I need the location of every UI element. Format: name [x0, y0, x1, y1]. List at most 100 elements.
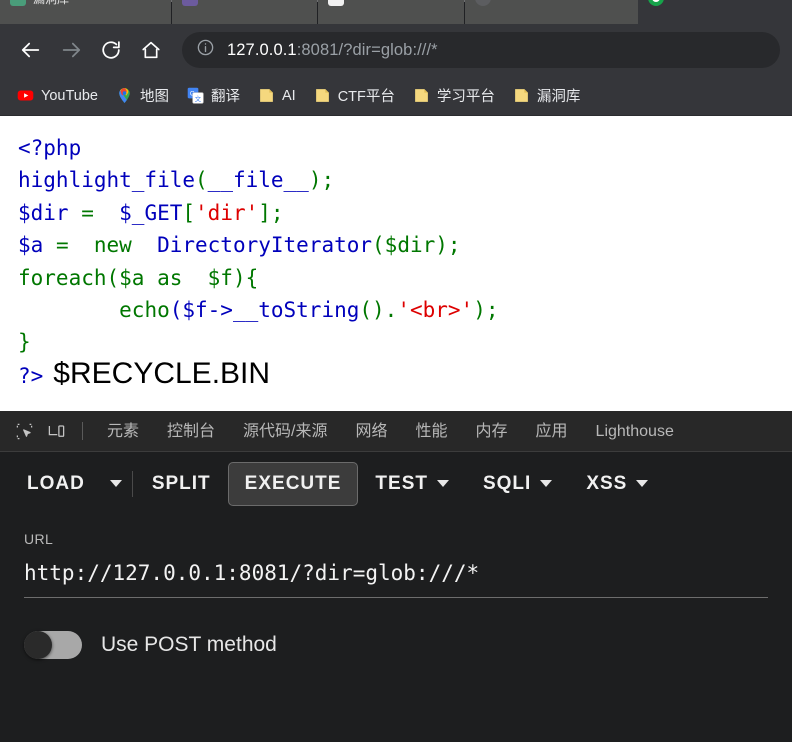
sqli-button-label: SQLI [482, 472, 532, 494]
browser-tab-active[interactable] [638, 0, 792, 24]
bookmark-label: CTF平台 [337, 89, 395, 105]
browser-tab[interactable] [464, 0, 639, 24]
forward-button[interactable] [52, 31, 90, 69]
browser-tab[interactable]: 漏洞库 [0, 0, 172, 24]
code-token: = [68, 200, 107, 225]
code-token: 'dir' [195, 200, 259, 225]
code-token: __file__ [207, 168, 309, 193]
code-token: = [43, 233, 82, 258]
chevron-down-icon [109, 480, 122, 487]
code-token: highlight_file [18, 168, 196, 193]
devtools-tab-memory[interactable]: 内存 [462, 411, 522, 451]
bookmark-label: AI [281, 87, 296, 104]
browser-tab[interactable] [317, 0, 464, 24]
test-button[interactable]: TEST [358, 462, 466, 506]
devtools-tab-application[interactable]: 应用 [522, 411, 582, 451]
load-button[interactable]: LOAD [10, 462, 102, 506]
code-token: echo [119, 298, 170, 323]
chevron-down-icon [540, 480, 553, 487]
white-page-icon [327, 0, 344, 6]
url-input[interactable]: http://127.0.0.1:8081/?dir=glob:///* [24, 547, 768, 598]
folder-icon [314, 87, 331, 104]
bookmark-folder-vuln[interactable]: 漏洞库 [506, 81, 588, 110]
bookmark-translate[interactable]: G 文 翻译 [180, 81, 247, 110]
folder-icon [513, 87, 530, 104]
execute-button[interactable]: EXECUTE [227, 461, 359, 506]
chevron-down-icon [636, 480, 649, 487]
bookmark-folder-ai[interactable]: AI [251, 83, 303, 108]
hackbar-panel: LOAD SPLIT EXECUTE TEST SQLI XSS URL htt… [0, 452, 792, 742]
post-method-row[interactable]: Use POST method [24, 631, 768, 659]
device-toolbar-icon[interactable] [40, 416, 72, 446]
bookmark-maps[interactable]: 地图 [109, 81, 176, 110]
toggle-knob [24, 631, 52, 659]
load-dropdown-button[interactable] [102, 470, 130, 497]
browser-tab-strip: 漏洞库 [0, 0, 792, 24]
code-token: '<br>' [397, 298, 474, 323]
green-ring-icon [648, 0, 665, 6]
code-token: ; [270, 200, 284, 225]
svg-text:文: 文 [195, 94, 202, 103]
xss-button[interactable]: XSS [569, 462, 665, 506]
php-open-tag: <?php [18, 136, 82, 160]
reload-button[interactable] [92, 31, 130, 69]
address-bar-path: :8081/?dir=glob:///* [296, 40, 438, 59]
home-button[interactable] [132, 31, 170, 69]
youtube-icon [17, 87, 34, 104]
post-method-label: Use POST method [101, 633, 277, 656]
devtools-tab-sources[interactable]: 源代码/来源 [229, 411, 341, 451]
browser-toolbar: 127.0.0.1:8081/?dir=glob:///* [0, 24, 792, 76]
devtools-tab-elements[interactable]: 元素 [93, 411, 153, 451]
post-method-toggle[interactable] [24, 631, 82, 659]
bookmark-label: 翻译 [210, 89, 240, 105]
back-button[interactable] [12, 31, 50, 69]
split-button[interactable]: SPLIT [135, 462, 228, 506]
bookmark-youtube[interactable]: YouTube [10, 83, 105, 108]
code-token: ] [258, 200, 271, 225]
code-token: } [18, 330, 31, 355]
code-token: [ [182, 200, 196, 225]
address-bar-host: 127.0.0.1 [227, 40, 297, 59]
bookmark-label: 漏洞库 [536, 89, 581, 105]
code-token: ); [473, 298, 499, 323]
php-close-and-output: ?> $RECYCLE.BIN [18, 356, 792, 392]
sqli-button[interactable]: SQLI [466, 462, 569, 506]
inspect-element-icon[interactable] [8, 416, 40, 446]
code-token: foreach [18, 265, 107, 290]
load-button-label: LOAD [27, 472, 85, 494]
code-token: ($dir); [372, 233, 461, 258]
execute-button-label: EXECUTE [244, 472, 342, 494]
code-token: ($a as $f){ [106, 265, 259, 290]
php-close-tag: ?> [18, 363, 44, 388]
code-token: $dir [18, 200, 69, 225]
xss-button-label: XSS [586, 472, 628, 494]
bookmarks-bar: YouTube 地图 G 文 翻译 AI CTF平台 学习平台 漏洞库 [0, 76, 792, 116]
purple-page-icon [182, 0, 199, 6]
page-content: <?php highlight_file(__file__); $dir = $… [0, 116, 792, 411]
directory-listing-output: $RECYCLE.BIN [53, 356, 271, 390]
code-token: ( [195, 168, 208, 193]
devtools-tab-performance[interactable]: 性能 [402, 411, 462, 451]
grey-dot-icon [474, 0, 491, 6]
devtools-tab-console[interactable]: 控制台 [153, 411, 229, 451]
code-token: __toString [232, 298, 360, 323]
code-token: new [81, 233, 145, 258]
devtools-tab-network[interactable]: 网络 [341, 411, 401, 451]
address-bar[interactable]: 127.0.0.1:8081/?dir=glob:///* [182, 32, 780, 68]
php-source-listing: <?php highlight_file(__file__); $dir = $… [18, 132, 792, 359]
code-token: $_GET [106, 200, 183, 225]
site-info-icon[interactable] [196, 38, 215, 62]
bookmark-folder-study[interactable]: 学习平台 [406, 81, 502, 110]
bookmark-folder-ctf[interactable]: CTF平台 [307, 81, 402, 110]
hackbar-body: URL http://127.0.0.1:8081/?dir=glob:///*… [0, 531, 792, 659]
chevron-down-icon [436, 480, 449, 487]
google-maps-icon [116, 87, 133, 104]
code-token: ($f-> [169, 298, 233, 323]
devtools-tab-lighthouse[interactable]: Lighthouse [582, 411, 688, 451]
bookmark-label: 学习平台 [436, 89, 495, 105]
browser-tab[interactable] [172, 0, 317, 24]
browser-tab-title: 漏洞库 [33, 0, 69, 7]
google-translate-icon: G 文 [187, 87, 204, 104]
hackbar-divider [131, 470, 133, 497]
